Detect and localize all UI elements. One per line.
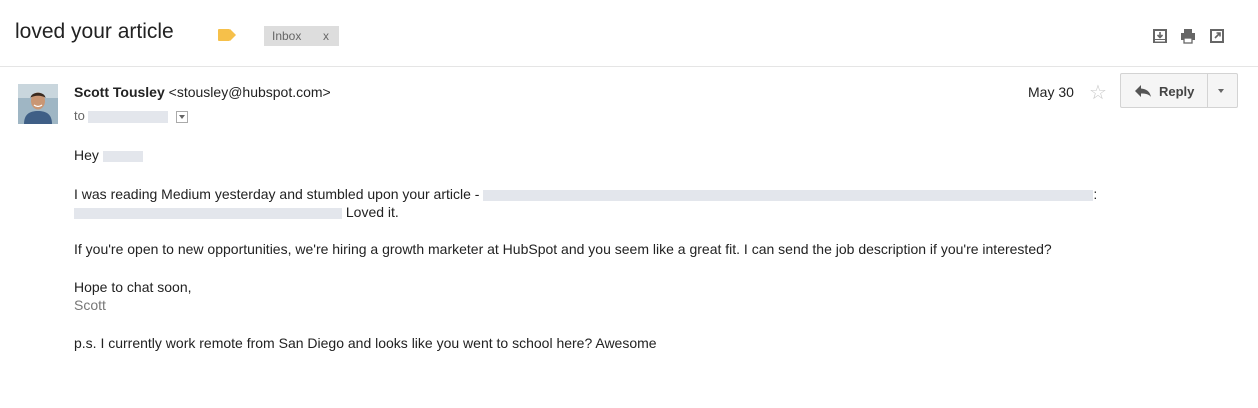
opportunity-paragraph: If you're open to new opportunities, we'…	[74, 241, 1052, 257]
greeting: Hey	[74, 147, 99, 163]
closing-text: Hope to chat soon,	[74, 279, 192, 295]
redacted-article-link[interactable]	[483, 189, 1094, 201]
download-icon[interactable]	[1152, 28, 1168, 44]
new-window-icon[interactable]	[1209, 28, 1225, 44]
article-intro-text: I was reading Medium yesterday and stumb…	[74, 186, 480, 202]
sender-name[interactable]: Scott Tousley	[74, 84, 165, 100]
print-icon[interactable]	[1180, 28, 1196, 44]
message-date: May 30	[1028, 84, 1074, 100]
greeting-paragraph: Hey	[74, 146, 1194, 164]
redacted-name	[102, 150, 143, 162]
reply-button[interactable]: Reply	[1121, 74, 1208, 107]
redacted-recipient	[88, 110, 169, 123]
closing-paragraph: Hope to chat soon, Scott	[74, 278, 1194, 314]
article-paragraph: I was reading Medium yesterday and stumb…	[74, 185, 1194, 221]
sender-line: Scott Tousley <stousley@hubspot.com>	[74, 84, 331, 100]
remove-label-button[interactable]: x	[323, 26, 329, 46]
email-subject: loved your article	[15, 20, 174, 43]
inbox-label-chip[interactable]: Inbox x	[264, 26, 339, 46]
redacted-article-link-continued[interactable]	[74, 207, 342, 219]
details-dropdown-icon[interactable]	[176, 110, 189, 123]
loved-it-text: Loved it.	[345, 204, 399, 220]
reply-button-group: Reply	[1120, 73, 1238, 108]
inbox-label-text: Inbox	[272, 29, 302, 43]
reply-label: Reply	[1159, 84, 1195, 99]
sender-email: <stousley@hubspot.com>	[168, 84, 331, 100]
recipient-line: to	[74, 108, 189, 123]
signature: Scott	[74, 297, 106, 313]
important-label-icon[interactable]	[218, 29, 236, 41]
to-prefix: to	[74, 108, 85, 123]
link-colon: :	[1093, 186, 1098, 202]
reply-arrow-icon	[1135, 85, 1151, 97]
sender-avatar[interactable]	[18, 84, 58, 124]
star-icon[interactable]: ☆	[1089, 80, 1107, 105]
subject-bar: loved your article Inbox x	[0, 0, 1258, 67]
postscript-paragraph: p.s. I currently work remote from San Di…	[74, 335, 657, 351]
more-actions-dropdown[interactable]	[1207, 74, 1237, 107]
message-body: Hey I was reading Medium yesterday and s…	[74, 146, 1194, 352]
